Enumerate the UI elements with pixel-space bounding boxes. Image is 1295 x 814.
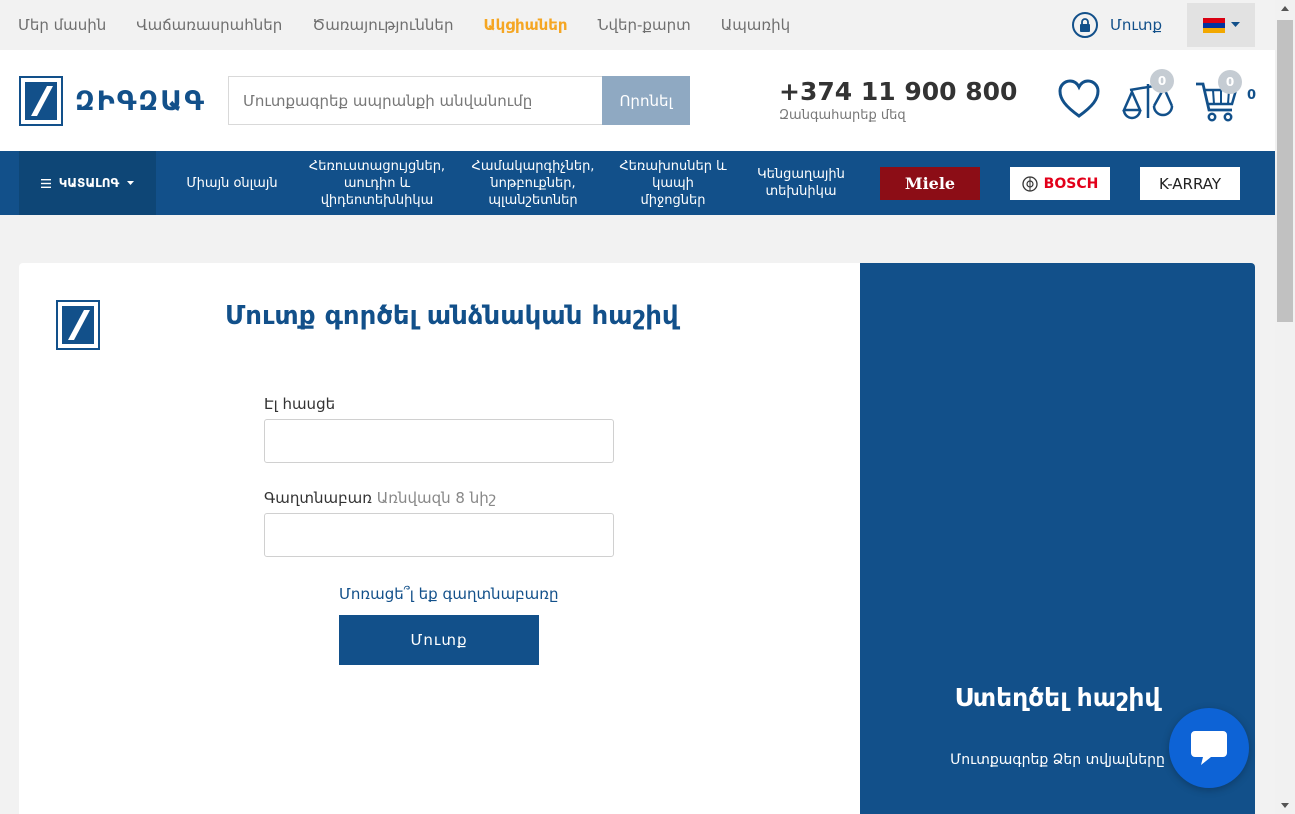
brand-k-array[interactable]: K-ARRAY bbox=[1140, 167, 1240, 200]
password-hint: Առնվազն 8 նիշ bbox=[376, 489, 497, 507]
brand-k-array-logo: K-ARRAY bbox=[1158, 174, 1222, 193]
catalog-label: ԿԱՏԱԼՈԳ bbox=[58, 176, 120, 190]
nav-computers[interactable]: Համակարգիչներ, նոթբուքներ, պլանշետներ bbox=[462, 151, 604, 215]
scroll-thumb[interactable] bbox=[1277, 20, 1293, 322]
brand-miele-logo: Miele bbox=[904, 174, 956, 193]
nav-home-appliances[interactable]: Կենցաղային տեխնիկա bbox=[742, 151, 860, 215]
search-button[interactable]: Որոնել bbox=[602, 76, 690, 125]
brand-miele[interactable]: Miele bbox=[880, 167, 980, 200]
bosch-armature-icon bbox=[1022, 175, 1038, 192]
catalog-button[interactable]: ԿԱՏԱԼՈԳ bbox=[19, 151, 156, 215]
email-field[interactable] bbox=[264, 419, 614, 463]
phone-block[interactable]: +374 11 900 800 Զանգահարեք մեզ bbox=[779, 77, 1017, 123]
top-nav-stores[interactable]: Վաճառասրահներ bbox=[136, 16, 282, 34]
top-login-label: Մուտք bbox=[1110, 16, 1163, 34]
top-bar: Մեր մասին Վաճառասրահներ Ծառայություններ … bbox=[0, 0, 1275, 50]
top-nav-installment[interactable]: Ապառիկ bbox=[721, 16, 790, 34]
top-nav-services[interactable]: Ծառայություններ bbox=[312, 16, 453, 34]
login-card: Մուտք գործել անձնական հաշիվ Էլ հասցե Գաղ… bbox=[19, 263, 860, 814]
compare-badge: 0 bbox=[1150, 69, 1174, 93]
nav-phones[interactable]: Հեռախոսներ և կապի միջոցներ bbox=[618, 151, 728, 215]
phone-caption: Զանգահարեք մեզ bbox=[779, 108, 906, 123]
brand-bosch-logo: BOSCH bbox=[1043, 175, 1099, 192]
login-title: Մուտք գործել անձնական հաշիվ bbox=[225, 301, 679, 331]
top-nav-about[interactable]: Մեր մասին bbox=[18, 16, 106, 34]
lock-icon bbox=[1072, 12, 1098, 38]
language-selector[interactable] bbox=[1187, 3, 1255, 47]
search-input[interactable] bbox=[228, 76, 602, 125]
wishlist-icon[interactable] bbox=[1057, 79, 1101, 123]
register-title: Ստեղծել հաշիվ bbox=[954, 683, 1161, 712]
page-scrollbar[interactable] bbox=[1275, 0, 1295, 814]
phone-number: +374 11 900 800 bbox=[779, 77, 1018, 106]
top-login-link[interactable]: Մուտք bbox=[1072, 12, 1162, 38]
scroll-up-icon[interactable] bbox=[1275, 0, 1295, 17]
email-label: Էլ հասցե bbox=[264, 395, 336, 413]
brand-bosch[interactable]: BOSCH bbox=[1010, 167, 1110, 200]
armenian-flag-icon bbox=[1202, 17, 1225, 33]
caret-down-icon bbox=[1230, 22, 1240, 27]
login-submit-button[interactable]: Մուտք bbox=[339, 615, 539, 665]
menu-icon bbox=[40, 178, 51, 188]
top-nav: Մեր մասին Վաճառասրահներ Ծառայություններ … bbox=[18, 0, 790, 50]
search-bar: Որոնել bbox=[228, 76, 690, 125]
chat-bubble-icon bbox=[1191, 731, 1227, 765]
forgot-password-link[interactable]: Մոռացե՞լ եք գաղտնաբառը bbox=[339, 585, 559, 603]
logo-text: ԶԻԳԶԱԳ bbox=[75, 85, 206, 117]
logo-mark-icon bbox=[19, 76, 63, 126]
nav-online-only[interactable]: Միայն օնլայն bbox=[172, 151, 292, 215]
cart-count: 0 bbox=[1247, 88, 1257, 103]
cart-icon[interactable]: 0 bbox=[1194, 70, 1242, 124]
compare-icon[interactable]: 0 bbox=[1122, 69, 1178, 124]
caret-down-icon bbox=[127, 180, 135, 185]
site-logo[interactable]: ԶԻԳԶԱԳ bbox=[19, 76, 206, 126]
nav-tv-audio-video[interactable]: Հեռուստացույցներ, աուդիո և վիդեոտեխնիկա bbox=[302, 151, 452, 215]
chat-button[interactable] bbox=[1169, 708, 1249, 788]
main-nav: ԿԱՏԱԼՈԳ Միայն օնլայն Հեռուստացույցներ, ա… bbox=[0, 151, 1275, 215]
logo-mark-icon bbox=[56, 300, 100, 350]
site-header: ԶԻԳԶԱԳ Որոնել +374 11 900 800 Զանգահարեք… bbox=[0, 50, 1275, 151]
top-nav-promotions[interactable]: Ակցիաներ bbox=[483, 16, 567, 34]
password-label-text: Գաղտնաբառ bbox=[264, 489, 372, 507]
top-nav-gift-card[interactable]: Նվեր-քարտ bbox=[598, 16, 691, 34]
password-label: Գաղտնաբառ Առնվազն 8 նիշ bbox=[264, 489, 496, 507]
scroll-down-icon[interactable] bbox=[1275, 797, 1295, 814]
cart-badge: 0 bbox=[1218, 70, 1242, 94]
password-field[interactable] bbox=[264, 513, 614, 557]
